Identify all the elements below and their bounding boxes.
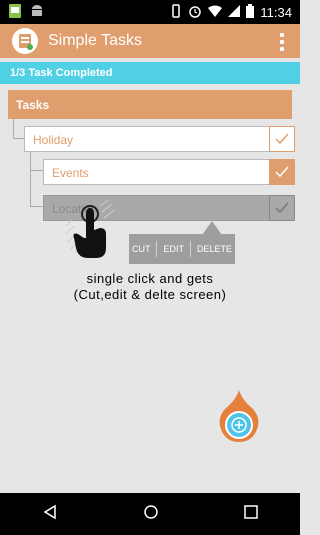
task-checkbox[interactable] bbox=[269, 159, 295, 185]
cut-menu-item[interactable]: CUT bbox=[132, 244, 151, 254]
signal-icon bbox=[228, 5, 241, 20]
navigation-bar bbox=[0, 493, 300, 535]
checkmark-icon bbox=[275, 166, 289, 178]
overflow-menu-icon[interactable] bbox=[280, 33, 286, 51]
task-row-events[interactable]: Events bbox=[43, 159, 295, 185]
app-title: Simple Tasks bbox=[48, 32, 142, 49]
status-time: 11:34 bbox=[260, 5, 292, 20]
delete-menu-item[interactable]: DELETE bbox=[197, 244, 232, 254]
tutorial-caption: single click and gets (Cut,edit & delte … bbox=[0, 271, 300, 303]
app-bar: Simple Tasks bbox=[0, 24, 300, 58]
task-row-holiday[interactable]: Holiday bbox=[24, 126, 295, 152]
recents-icon[interactable] bbox=[243, 504, 258, 524]
vibrate-icon bbox=[170, 4, 182, 21]
progress-label: 1/3 Task Completed bbox=[10, 67, 113, 79]
tasks-header[interactable]: Tasks bbox=[8, 90, 292, 119]
edit-menu-item[interactable]: EDIT bbox=[163, 244, 184, 254]
caption-line: (Cut,edit & delte screen) bbox=[73, 287, 227, 302]
tasks-header-label: Tasks bbox=[16, 97, 50, 112]
status-bar: 11:34 bbox=[0, 0, 300, 24]
android-icon bbox=[30, 3, 44, 24]
checkmark-icon bbox=[275, 202, 289, 214]
add-task-button[interactable] bbox=[218, 390, 260, 444]
caption-line: single click and gets bbox=[86, 271, 214, 286]
progress-bar: 1/3 Task Completed bbox=[0, 62, 300, 84]
wifi-icon bbox=[208, 5, 223, 20]
tree-connector bbox=[13, 119, 24, 139]
home-icon[interactable] bbox=[143, 504, 159, 525]
gallery-icon bbox=[8, 3, 22, 24]
tree-connector bbox=[30, 171, 43, 207]
back-icon[interactable] bbox=[42, 504, 58, 525]
menu-divider bbox=[156, 241, 158, 257]
alarm-icon bbox=[188, 4, 202, 21]
context-menu-pointer bbox=[202, 221, 222, 235]
task-checkbox[interactable] bbox=[269, 195, 295, 221]
task-label: Events bbox=[52, 166, 89, 180]
pointing-hand-icon bbox=[65, 200, 115, 258]
tree-connector bbox=[30, 151, 43, 171]
checkmark-icon bbox=[275, 133, 289, 145]
battery-icon bbox=[246, 4, 255, 21]
context-menu: CUT EDIT DELETE bbox=[129, 234, 235, 264]
task-checkbox[interactable] bbox=[269, 126, 295, 152]
menu-divider bbox=[189, 241, 191, 257]
task-label: Holiday bbox=[33, 133, 74, 147]
app-logo-icon bbox=[12, 28, 38, 54]
